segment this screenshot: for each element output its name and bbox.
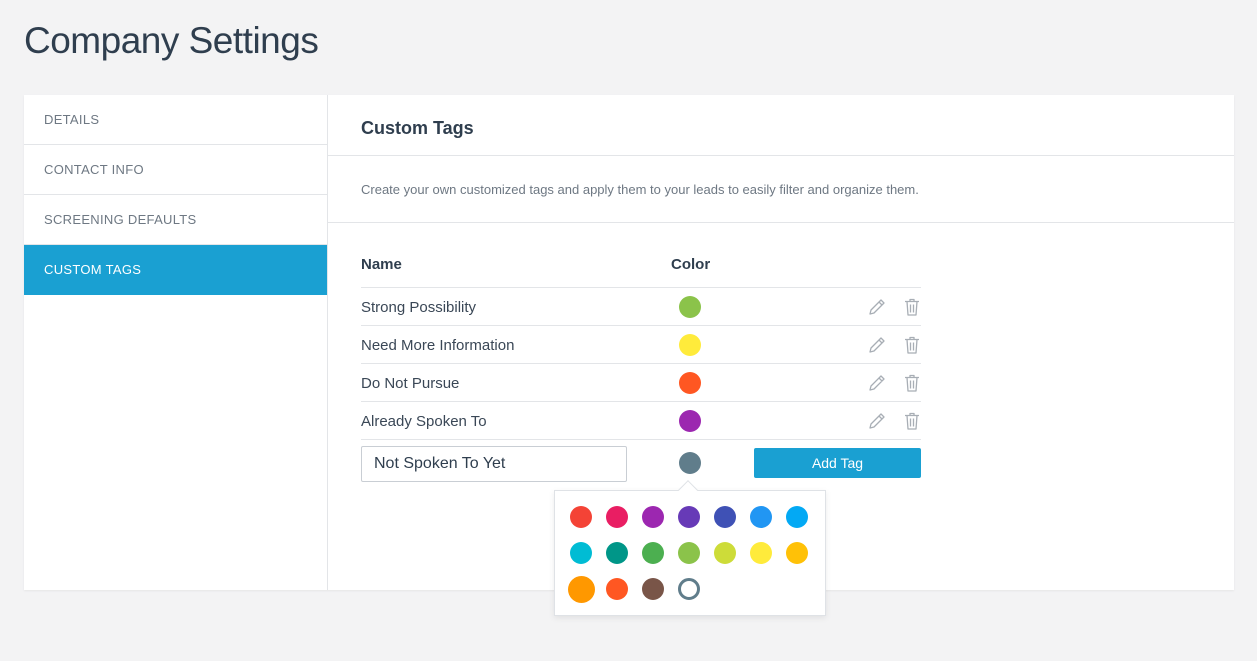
color-swatch[interactable] xyxy=(570,542,592,564)
tag-color-dot xyxy=(679,372,701,394)
color-swatch[interactable] xyxy=(642,542,664,564)
sidebar-item-contact-info[interactable]: CONTACT INFO xyxy=(24,145,327,195)
table-row: Already Spoken To xyxy=(361,402,921,440)
tag-name: Strong Possibility xyxy=(361,299,477,316)
color-column-header: Color xyxy=(671,256,711,273)
color-swatch[interactable] xyxy=(678,578,700,600)
table-row: Need More Information xyxy=(361,326,921,364)
trash-icon[interactable] xyxy=(902,373,922,393)
add-tag-button[interactable]: Add Tag xyxy=(754,448,921,478)
color-swatch[interactable] xyxy=(606,578,628,600)
pencil-icon[interactable] xyxy=(867,373,887,393)
tag-name: Do Not Pursue xyxy=(361,375,460,392)
table-row: Do Not Pursue xyxy=(361,364,921,402)
color-swatch[interactable] xyxy=(570,506,592,528)
color-picker-popover xyxy=(554,480,826,616)
trash-icon[interactable] xyxy=(902,297,922,317)
tags-table: Name Color Strong Possibility Need More I… xyxy=(361,245,921,490)
sidebar-item-details[interactable]: DETAILS xyxy=(24,95,327,145)
color-select-button[interactable] xyxy=(679,452,701,474)
color-swatch[interactable] xyxy=(750,542,772,564)
trash-icon[interactable] xyxy=(902,411,922,431)
color-swatch[interactable] xyxy=(642,578,664,600)
color-swatch[interactable] xyxy=(567,575,595,603)
settings-sidebar: DETAILS CONTACT INFO SCREENING DEFAULTS … xyxy=(24,95,328,590)
tag-name: Already Spoken To xyxy=(361,413,487,430)
color-swatch[interactable] xyxy=(714,542,736,564)
page-title: Company Settings xyxy=(24,20,319,61)
color-swatch[interactable] xyxy=(786,506,808,528)
table-row: Strong Possibility xyxy=(361,288,921,326)
color-swatch[interactable] xyxy=(642,506,664,528)
color-swatch[interactable] xyxy=(750,506,772,528)
color-swatch[interactable] xyxy=(678,506,700,528)
table-header: Name Color xyxy=(361,245,921,288)
name-column-header: Name xyxy=(361,256,402,273)
sidebar-item-custom-tags[interactable]: CUSTOM TAGS xyxy=(24,245,327,295)
tag-name-input[interactable] xyxy=(361,446,627,482)
tag-name: Need More Information xyxy=(361,337,515,354)
color-swatch[interactable] xyxy=(678,542,700,564)
pencil-icon[interactable] xyxy=(867,411,887,431)
tag-color-dot xyxy=(679,296,701,318)
sidebar-item-screening-defaults[interactable]: SCREENING DEFAULTS xyxy=(24,195,327,245)
tag-color-dot xyxy=(679,410,701,432)
color-swatch[interactable] xyxy=(786,542,808,564)
tag-color-dot xyxy=(679,334,701,356)
section-description: Create your own customized tags and appl… xyxy=(328,156,1234,223)
pencil-icon[interactable] xyxy=(867,297,887,317)
new-tag-row: Add Tag xyxy=(361,440,921,490)
color-swatch[interactable] xyxy=(606,542,628,564)
color-swatch[interactable] xyxy=(606,506,628,528)
trash-icon[interactable] xyxy=(902,335,922,355)
section-title: Custom Tags xyxy=(328,95,1234,156)
pencil-icon[interactable] xyxy=(867,335,887,355)
color-swatch[interactable] xyxy=(714,506,736,528)
